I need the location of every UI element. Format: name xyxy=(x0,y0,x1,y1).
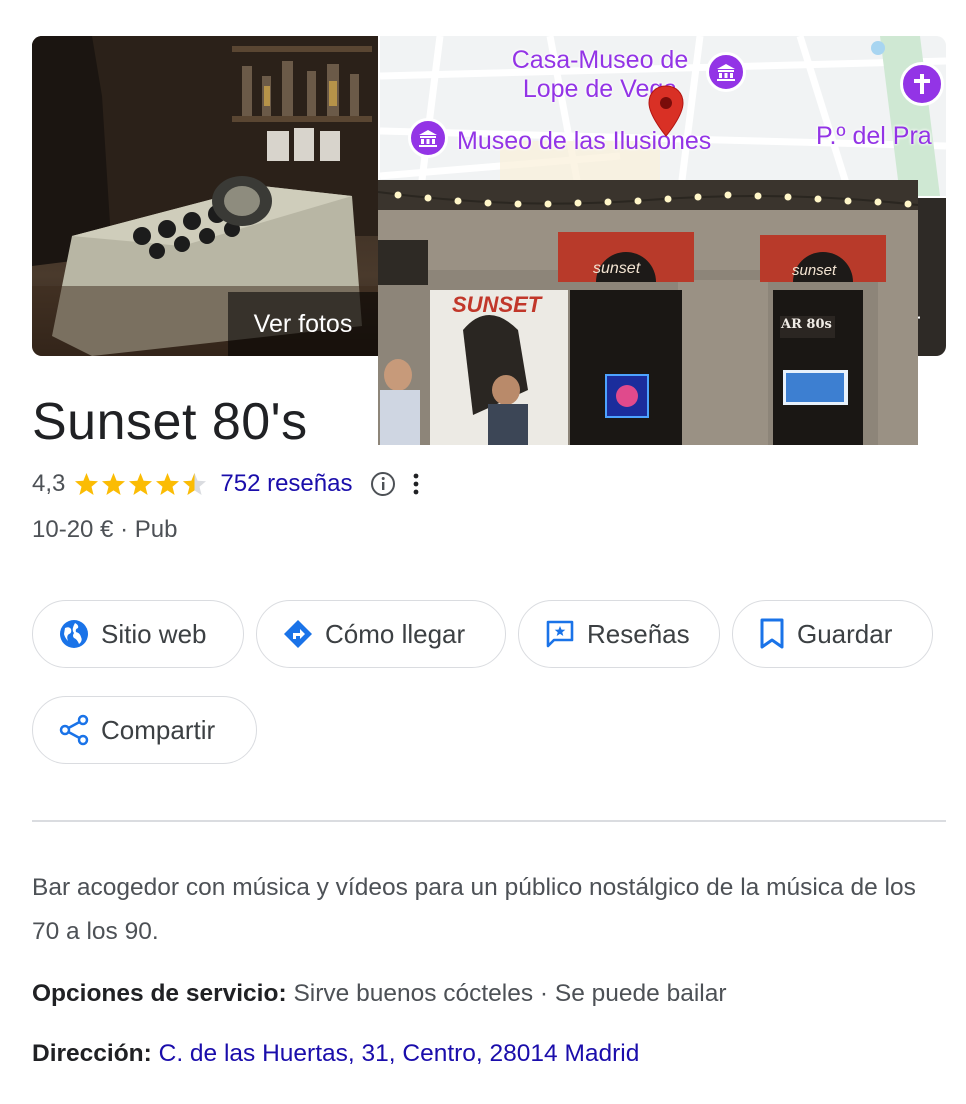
website-button[interactable]: Sitio web xyxy=(32,600,244,668)
map-label-paseo-prado: P.º del Pra xyxy=(816,122,932,150)
star-full-icon xyxy=(102,473,126,495)
museum-icon xyxy=(717,64,735,81)
directions-icon xyxy=(284,620,312,648)
section-divider xyxy=(32,820,946,822)
see-photos-button[interactable]: Ver fotos xyxy=(228,292,378,356)
museum-icon xyxy=(419,130,437,147)
directions-label: Cómo llegar xyxy=(325,618,466,649)
place-title: Sunset 80's xyxy=(32,393,308,451)
star-rating xyxy=(73,471,208,497)
address-link[interactable]: C. de las Huertas, 31, Centro, 28014 Mad… xyxy=(159,1040,640,1067)
banner-sign: SUNSET xyxy=(452,292,542,317)
see-photos-label: Ver fotos xyxy=(253,309,353,338)
separator: · xyxy=(120,516,129,543)
service-options-line: Opciones de servicio: Sirve buenos cócte… xyxy=(32,980,727,1008)
category: Pub xyxy=(134,516,178,543)
more-vert-icon[interactable] xyxy=(412,471,420,497)
share-label: Compartir xyxy=(101,714,216,745)
storefront-sign-2: sunset xyxy=(792,262,837,279)
save-button[interactable]: Guardar xyxy=(732,600,933,668)
reviews-link[interactable]: 752 reseñas xyxy=(220,470,352,498)
reviews-button[interactable]: Reseñas xyxy=(518,600,720,668)
address-label: Dirección: xyxy=(32,1040,152,1067)
save-label: Guardar xyxy=(797,618,893,649)
info-icon[interactable] xyxy=(370,471,396,497)
bookmark-icon xyxy=(760,618,784,649)
directions-button[interactable]: Cómo llegar xyxy=(256,600,506,668)
address-line: Dirección: C. de las Huertas, 31, Centro… xyxy=(32,1040,639,1068)
location-pin-icon xyxy=(648,85,684,137)
place-description: Bar acogedor con música y vídeos para un… xyxy=(32,874,916,945)
reviews-icon xyxy=(546,620,574,648)
rating-value: 4,3 xyxy=(32,470,66,497)
photo-storefront[interactable]: sunset sunset SUNSET AR 80s xyxy=(378,180,918,445)
share-button[interactable]: Compartir xyxy=(32,696,257,764)
museum-marker-icon[interactable] xyxy=(706,52,746,92)
star-full-icon xyxy=(129,473,153,495)
star-half-icon xyxy=(183,473,207,495)
reviews-label: Reseñas xyxy=(587,618,690,649)
rating-row: 4,3 752 reseñas xyxy=(32,466,420,502)
globe-icon xyxy=(60,620,88,648)
church-marker-icon[interactable] xyxy=(900,62,944,106)
price-range: 10-20 € xyxy=(32,516,114,543)
website-label: Sitio web xyxy=(101,618,207,649)
share-icon xyxy=(59,714,89,746)
map-thumbnail[interactable]: Casa-Museo de Lope de Vega Museo de las … xyxy=(380,36,946,196)
service-options-value: Sirve buenos cócteles · Se puede bailar xyxy=(293,980,727,1007)
cross-icon xyxy=(914,74,930,94)
star-full-icon xyxy=(156,473,180,495)
museum-ilusiones-marker-icon[interactable] xyxy=(408,118,448,158)
window-sign: AR 80s xyxy=(781,317,832,332)
star-full-icon xyxy=(75,473,99,495)
service-options-label: Opciones de servicio: xyxy=(32,980,287,1007)
price-category-line: 10-20 € · Pub xyxy=(32,516,177,544)
storefront-sign-1: sunset xyxy=(593,260,641,277)
